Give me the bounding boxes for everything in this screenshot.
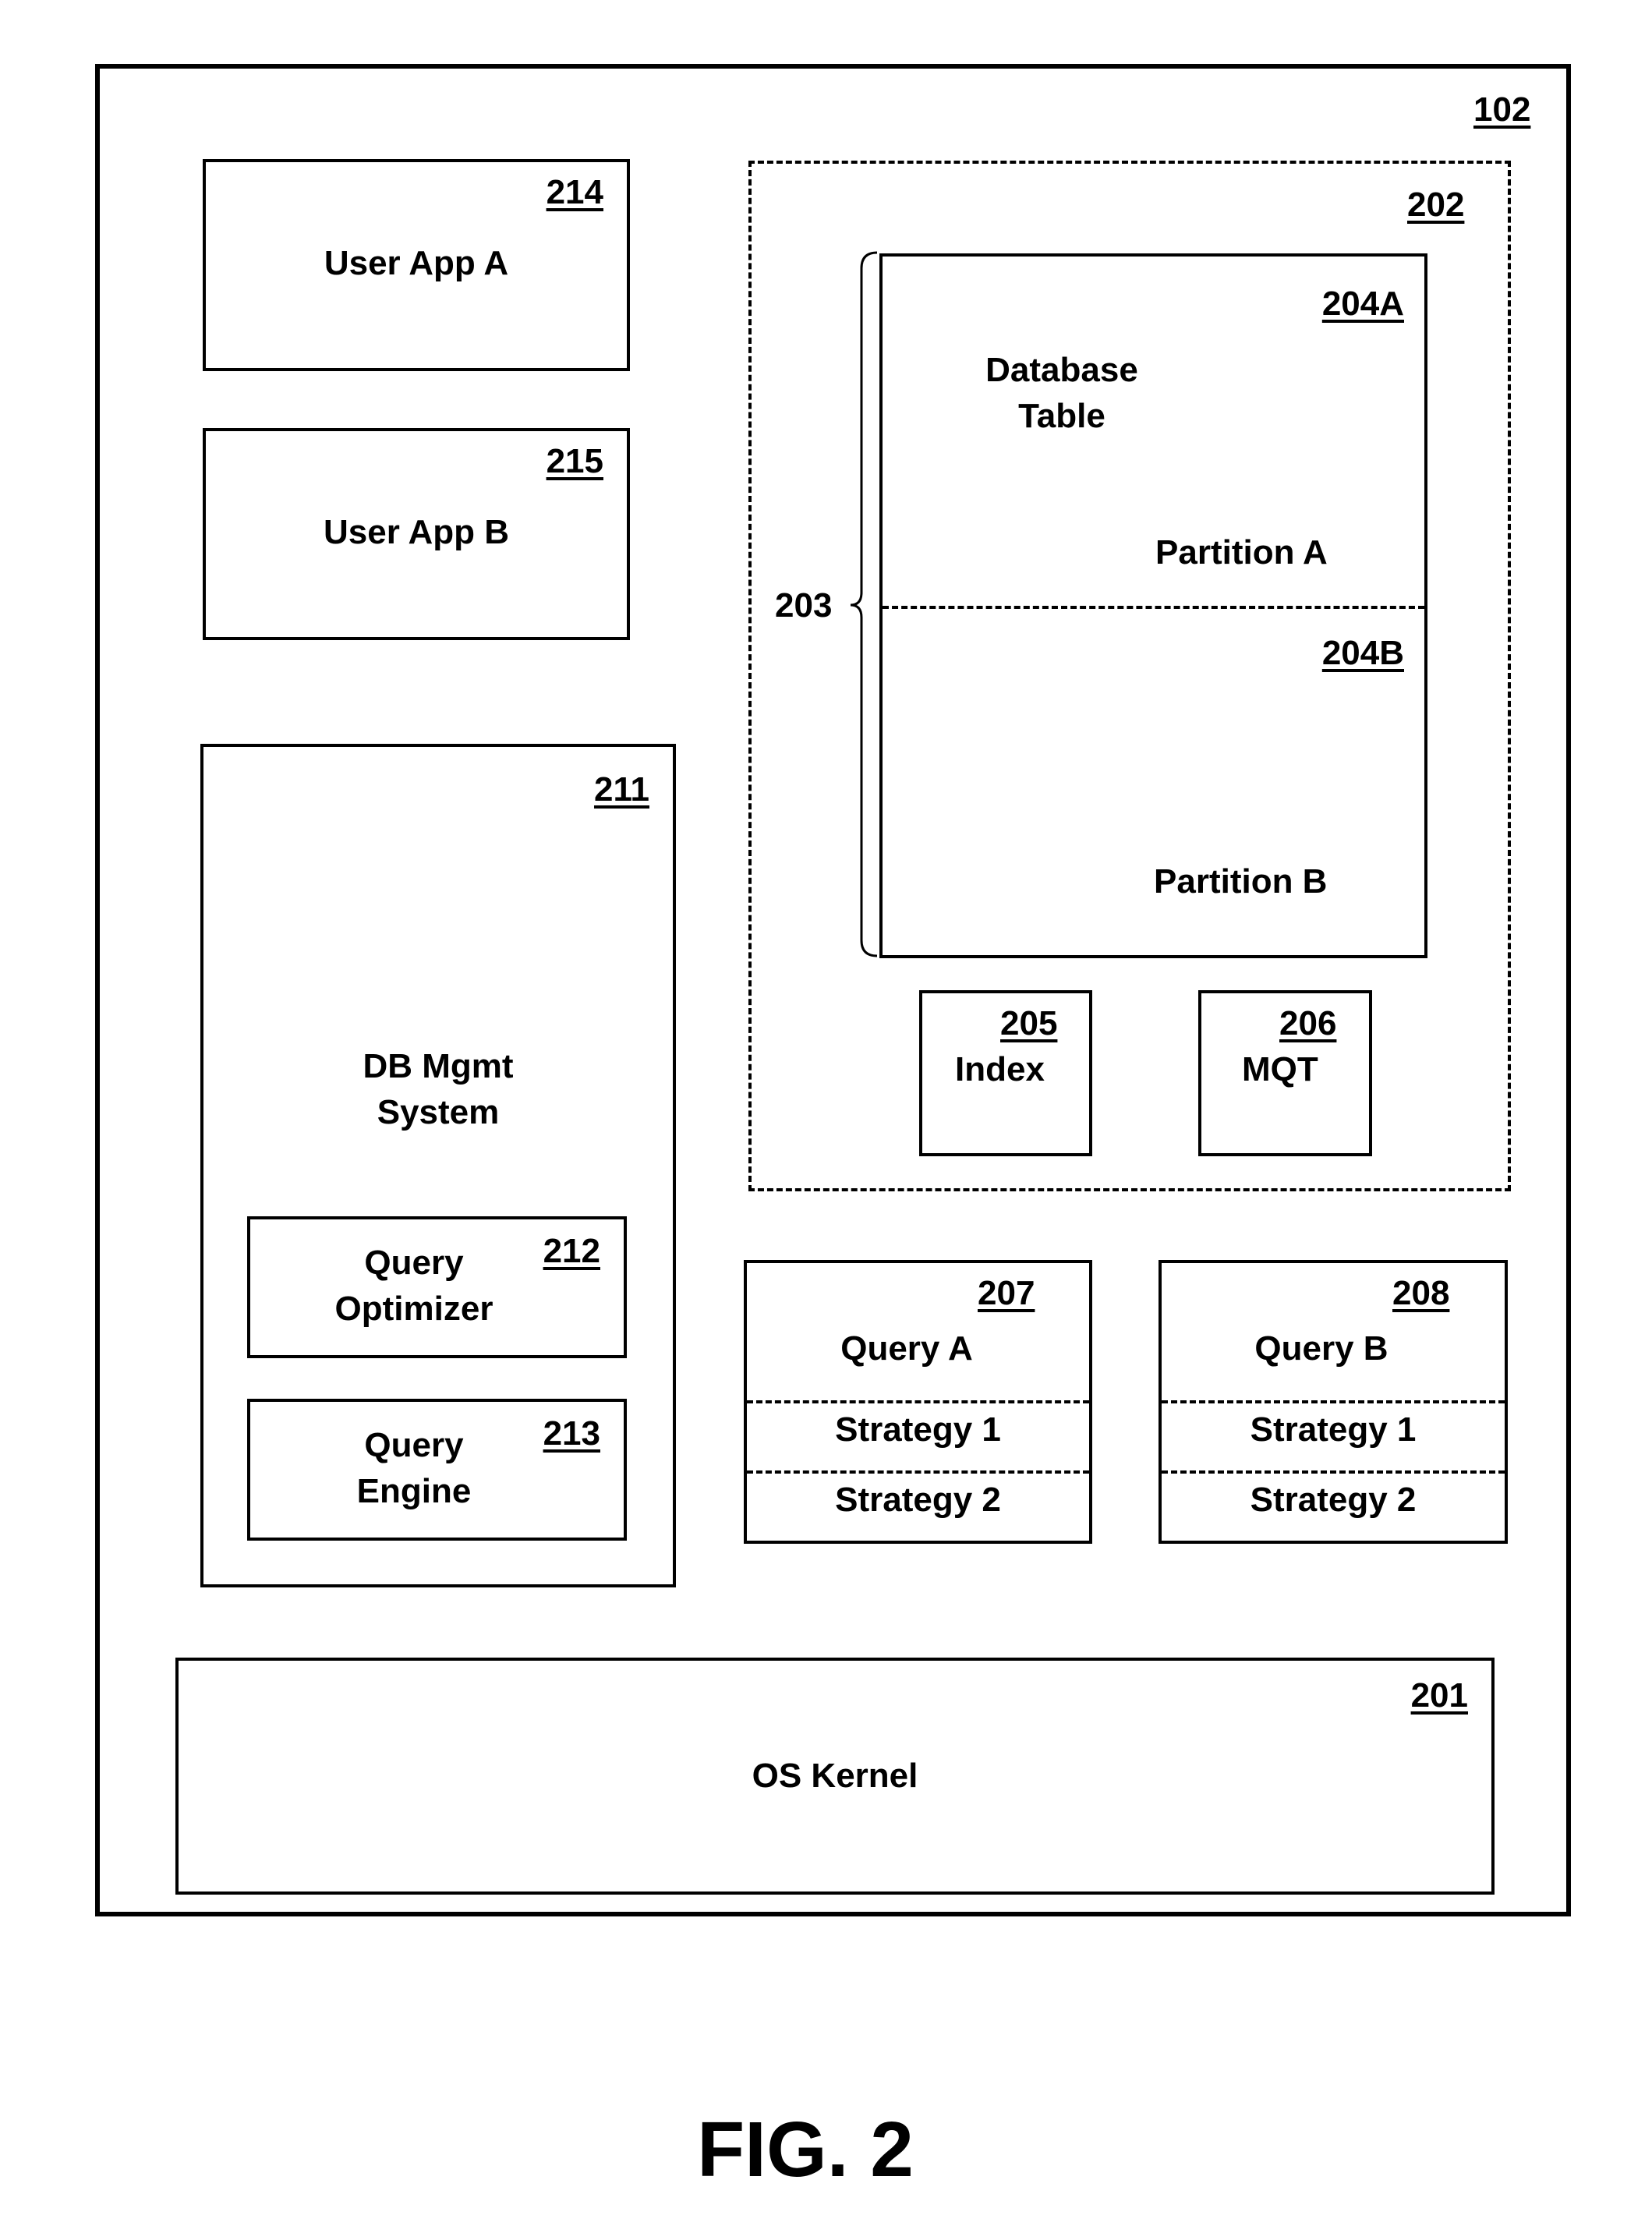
query-a-ref: 207: [978, 1274, 1035, 1312]
query-optimizer-line2: Optimizer: [334, 1290, 493, 1329]
user-app-a-label: User App A: [324, 244, 509, 282]
user-app-b-label: User App B: [324, 513, 509, 551]
index-ref: 205: [1000, 1004, 1058, 1042]
query-b-label: Query B: [1254, 1329, 1388, 1368]
query-b-divider-2: [1162, 1470, 1505, 1474]
query-engine-box: 213 Query Engine: [247, 1399, 627, 1541]
query-engine-label: Query Engine: [250, 1422, 578, 1515]
mqt-box: 206 MQT: [1198, 990, 1372, 1156]
partition-b-ref: 204B: [1321, 634, 1404, 672]
query-optimizer-line1: Query: [364, 1244, 464, 1282]
index-label: Index: [955, 1050, 1045, 1088]
db-mgmt-label-line2: System: [377, 1093, 500, 1132]
user-app-b-box: 215 User App B: [203, 428, 630, 640]
query-a-strategy-2: Strategy 2: [835, 1481, 1001, 1519]
query-b-box: 208 Query B Strategy 1 Strategy 2: [1159, 1260, 1508, 1544]
partition-a-label: Partition A: [1155, 533, 1328, 572]
query-a-divider-2: [747, 1470, 1089, 1474]
database-ref: 202: [1407, 186, 1465, 224]
query-b-ref: 208: [1392, 1274, 1450, 1312]
user-app-a-ref: 214: [546, 173, 603, 211]
figure-caption: FIG. 2: [697, 2106, 914, 2193]
query-optimizer-box: 212 Query Optimizer: [247, 1216, 627, 1358]
db-mgmt-label-line1: DB Mgmt: [363, 1047, 514, 1085]
query-a-label: Query A: [840, 1329, 973, 1368]
os-kernel-box: 201 OS Kernel: [175, 1658, 1495, 1895]
query-b-strategy-2: Strategy 2: [1250, 1481, 1417, 1519]
os-kernel-label: OS Kernel: [752, 1757, 918, 1795]
index-box: 205 Index: [919, 990, 1092, 1156]
database-table-line1: Database: [985, 351, 1138, 389]
os-kernel-ref: 201: [1410, 1676, 1468, 1715]
query-optimizer-label: Query Optimizer: [250, 1240, 578, 1332]
query-b-strategy-1: Strategy 1: [1250, 1410, 1417, 1449]
query-a-strategy-1: Strategy 1: [835, 1410, 1001, 1449]
db-mgmt-system-ref: 211: [594, 770, 649, 809]
query-b-divider-1: [1162, 1400, 1505, 1403]
db-mgmt-system-label: DB Mgmt System: [203, 1043, 673, 1136]
partition-b-label: Partition B: [1154, 862, 1328, 901]
database-table-label: Database Table: [937, 347, 1187, 440]
user-app-a-box: 214 User App A: [203, 159, 630, 371]
container-ref: 102: [1473, 90, 1531, 129]
query-engine-line1: Query: [364, 1426, 464, 1464]
partition-divider: [883, 606, 1424, 609]
database-table-line2: Table: [1018, 397, 1105, 436]
mqt-label: MQT: [1242, 1050, 1318, 1088]
mqt-ref: 206: [1279, 1004, 1337, 1042]
user-app-b-ref: 215: [546, 442, 603, 480]
query-a-divider-1: [747, 1400, 1089, 1403]
partition-a-ref: 204A: [1321, 285, 1404, 323]
partition-group-ref: 203: [775, 586, 833, 625]
query-a-box: 207 Query A Strategy 1 Strategy 2: [744, 1260, 1092, 1544]
database-table-box: 204A Database Table Partition A 204B Par…: [879, 253, 1427, 958]
query-engine-line2: Engine: [356, 1472, 472, 1511]
